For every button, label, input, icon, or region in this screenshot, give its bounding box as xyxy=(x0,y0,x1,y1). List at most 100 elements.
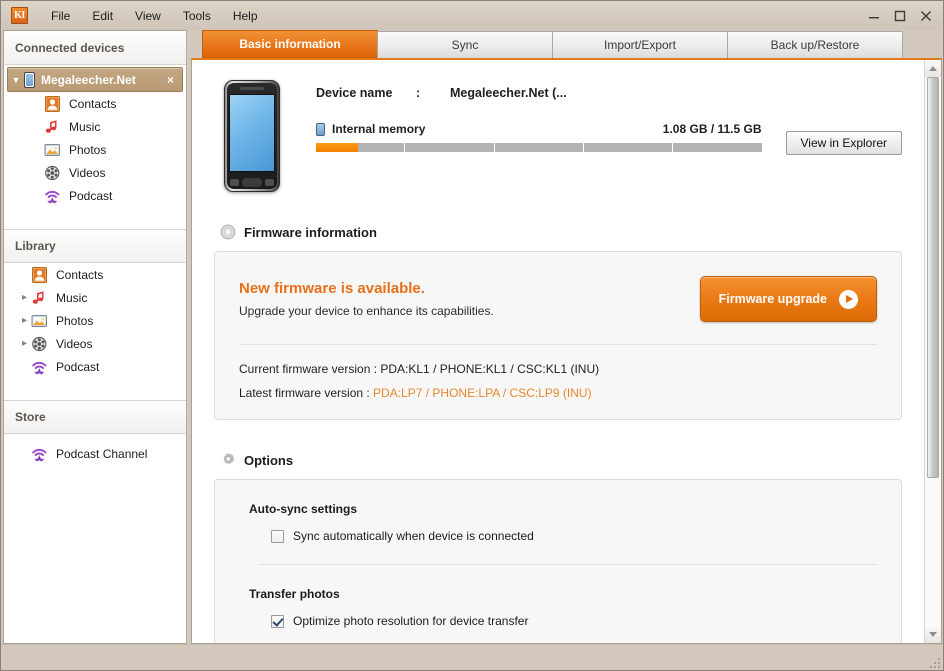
auto-sync-checkbox-label: Sync automatically when device is connec… xyxy=(293,529,534,543)
firmware-message: New firmware is available. Upgrade your … xyxy=(239,280,700,318)
menu-bar: File Edit View Tools Help xyxy=(40,5,269,27)
sidebar-item-label: Videos xyxy=(56,336,93,351)
resize-grip-icon[interactable] xyxy=(928,656,940,668)
latest-firmware-value: PDA:LP7 / PHONE:LPA / CSC:LP9 (INU) xyxy=(373,386,592,400)
chevron-right-icon[interactable]: ▸ xyxy=(18,292,31,303)
chevron-right-icon[interactable]: ▸ xyxy=(18,315,31,326)
firmware-upgrade-button-label: Firmware upgrade xyxy=(718,292,827,306)
status-bar xyxy=(1,644,943,670)
internal-memory-icon xyxy=(316,122,325,136)
firmware-section-title: Firmware information xyxy=(244,224,377,240)
window-controls xyxy=(861,1,939,30)
scroll-up-button[interactable] xyxy=(925,60,941,77)
videos-icon xyxy=(44,165,62,181)
sidebar-gap-2 xyxy=(4,378,186,400)
sidebar-item-label: Contacts xyxy=(56,267,104,282)
content-area: Device name : Megaleecher.Net (... Inter… xyxy=(192,60,924,643)
maximize-icon[interactable] xyxy=(887,5,913,27)
sidebar: Connected devices ▼ Megaleecher.Net × Co… xyxy=(3,30,187,644)
photos-icon xyxy=(31,313,49,329)
sidebar-gap xyxy=(4,207,186,229)
memory-progress-bar xyxy=(316,143,762,152)
auto-sync-checkbox-row[interactable]: Sync automatically when device is connec… xyxy=(249,529,877,543)
current-firmware-line: Current firmware version : PDA:KL1 / PHO… xyxy=(239,362,877,376)
sidebar-item-device-contacts[interactable]: Contacts xyxy=(4,92,186,115)
podcast-icon xyxy=(31,446,49,462)
option-group-auto-sync: Auto-sync settings Sync automatically wh… xyxy=(239,480,877,565)
main-body: Connected devices ▼ Megaleecher.Net × Co… xyxy=(1,30,943,644)
firmware-headline: New firmware is available. xyxy=(239,280,425,297)
tab-backup-restore[interactable]: Back up/Restore xyxy=(727,31,903,58)
chevron-down-icon[interactable]: ▼ xyxy=(8,75,24,85)
firmware-subtext: Upgrade your device to enhance its capab… xyxy=(239,304,494,318)
sidebar-item-library-videos[interactable]: ▸ Videos xyxy=(4,332,186,355)
transfer-photos-checkbox-row[interactable]: Optimize photo resolution for device tra… xyxy=(249,614,877,628)
sidebar-item-label: Photos xyxy=(56,313,94,328)
sidebar-item-label: Music xyxy=(56,290,88,305)
close-icon[interactable] xyxy=(913,5,939,27)
options-panel: Auto-sync settings Sync automatically wh… xyxy=(214,479,902,643)
sidebar-item-device-podcast[interactable]: Podcast xyxy=(4,184,186,207)
chevron-circle-icon xyxy=(220,224,236,240)
kies-application-window: KI File Edit View Tools Help Connected d… xyxy=(0,0,944,671)
main-panel: Basic information Sync Import/Export Bac… xyxy=(191,30,942,644)
vertical-scrollbar[interactable] xyxy=(924,60,941,643)
sidebar-item-library-photos[interactable]: ▸ Photos xyxy=(4,309,186,332)
sidebar-item-label: Podcast xyxy=(56,359,100,374)
sidebar-device-label: Megaleecher.Net xyxy=(41,72,136,87)
optimize-photo-checkbox-label: Optimize photo resolution for device tra… xyxy=(293,614,529,628)
current-firmware-label: Current firmware version : xyxy=(239,362,381,376)
menu-edit[interactable]: Edit xyxy=(81,5,124,27)
view-in-explorer-button[interactable]: View in Explorer xyxy=(785,131,902,155)
optimize-photo-checkbox[interactable] xyxy=(271,614,284,628)
tab-basic-information[interactable]: Basic information xyxy=(202,30,378,58)
options-section-header: Options xyxy=(220,452,902,468)
scrollbar-track[interactable] xyxy=(925,77,941,626)
device-summary: Device name : Megaleecher.Net (... Inter… xyxy=(212,60,902,192)
sidebar-item-label: Videos xyxy=(69,165,106,180)
tab-bar: Basic information Sync Import/Export Bac… xyxy=(191,30,942,58)
sidebar-item-library-contacts[interactable]: ▸ Contacts xyxy=(4,263,186,286)
memory-progress-fill xyxy=(316,143,358,152)
scrollbar-thumb[interactable] xyxy=(927,77,939,478)
music-icon xyxy=(31,290,49,306)
sidebar-item-device-photos[interactable]: Photos xyxy=(4,138,186,161)
option-group-transfer-photos: Transfer photos Optimize photo resolutio… xyxy=(239,565,877,643)
sidebar-item-library-podcast[interactable]: ▸ Podcast xyxy=(4,355,186,378)
music-icon xyxy=(44,119,62,135)
tab-import-export[interactable]: Import/Export xyxy=(552,31,728,58)
sidebar-item-library-music[interactable]: ▸ Music xyxy=(4,286,186,309)
device-photo xyxy=(224,80,280,192)
latest-firmware-line: Latest firmware version : PDA:LP7 / PHON… xyxy=(239,386,877,400)
device-name-colon: : xyxy=(416,86,421,100)
latest-firmware-label: Latest firmware version : xyxy=(239,386,374,400)
internal-memory-label: Internal memory xyxy=(332,122,426,136)
sidebar-item-store-podcast-channel[interactable]: ▸ Podcast Channel xyxy=(4,442,186,465)
device-close-icon[interactable]: × xyxy=(167,74,174,86)
menu-help[interactable]: Help xyxy=(222,5,269,27)
transfer-photos-title: Transfer photos xyxy=(249,587,340,601)
gear-icon xyxy=(220,452,236,468)
phone-icon xyxy=(24,71,35,88)
auto-sync-checkbox[interactable] xyxy=(271,529,284,543)
scroll-down-button[interactable] xyxy=(925,626,941,643)
videos-icon xyxy=(31,336,49,352)
firmware-upgrade-button[interactable]: Firmware upgrade xyxy=(699,276,877,322)
menu-tools[interactable]: Tools xyxy=(172,5,222,27)
sidebar-item-device-videos[interactable]: Videos xyxy=(4,161,186,184)
tab-sync[interactable]: Sync xyxy=(377,31,553,58)
content-frame: Device name : Megaleecher.Net (... Inter… xyxy=(191,58,942,644)
device-info: Device name : Megaleecher.Net (... Inter… xyxy=(316,80,902,192)
menu-view[interactable]: View xyxy=(124,5,172,27)
sidebar-device-megaleecher[interactable]: ▼ Megaleecher.Net × xyxy=(7,67,183,92)
chevron-right-icon[interactable]: ▸ xyxy=(18,338,31,349)
internal-memory-value: 1.08 GB / 11.5 GB xyxy=(662,122,762,136)
podcast-icon xyxy=(44,188,62,204)
minimize-icon[interactable] xyxy=(861,5,887,27)
sidebar-item-label: Music xyxy=(69,119,101,134)
firmware-versions: Current firmware version : PDA:KL1 / PHO… xyxy=(239,345,877,419)
sidebar-item-label: Podcast xyxy=(69,188,113,203)
menu-file[interactable]: File xyxy=(40,5,81,27)
sidebar-item-label: Photos xyxy=(69,142,107,157)
sidebar-item-device-music[interactable]: Music xyxy=(4,115,186,138)
